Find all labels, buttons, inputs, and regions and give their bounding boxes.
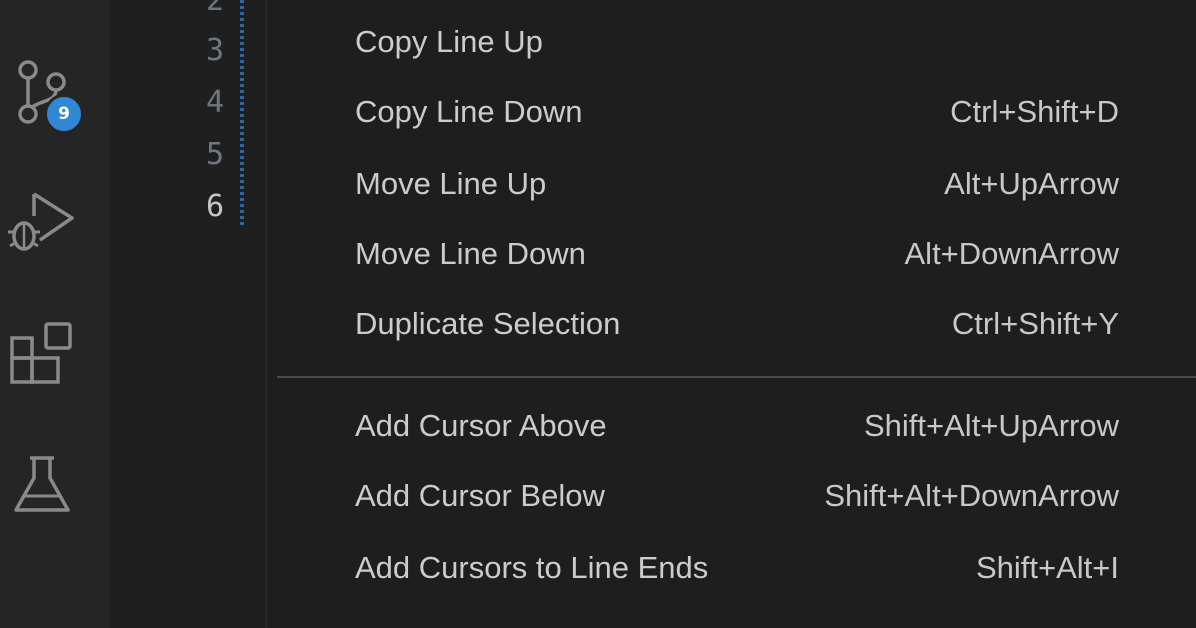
menu-item-label: Copy Line Up [355,24,543,59]
menu-item-shortcut: Shift+Alt+UpArrow [864,408,1119,443]
menu-item-copy-line-down[interactable]: Copy Line Down Ctrl+Shift+D [267,82,1196,142]
menu-separator [277,376,1196,378]
menu-item-label: Add Cursor Below [355,478,605,513]
activity-bar: 9 [0,0,110,628]
vscode-window: 9 2 3 4 5 6 Copy Line Up Copy Line Down … [0,0,1196,628]
line-number-active: 6 [205,189,224,224]
line-number: 5 [205,137,224,172]
menu-item-label: Add Cursor Above [355,408,607,443]
menu-item-label: Move Line Down [355,236,586,271]
menu-item-copy-line-up[interactable]: Copy Line Up [267,12,1196,72]
menu-item-label: Add Cursors to Line Ends [355,550,709,585]
extensions-icon [10,322,72,384]
menu-item-label: Move Line Up [355,166,547,201]
run-debug-button[interactable] [0,188,110,260]
menu-item-add-cursor-below[interactable]: Add Cursor Below Shift+Alt+DownArrow [267,466,1196,526]
menu-item-shortcut: Alt+DownArrow [904,236,1120,271]
line-number: 2 [205,0,224,18]
menu-item-shortcut: Ctrl+Shift+Y [951,306,1119,341]
menu-item-label: Copy Line Down [355,94,583,129]
extensions-button[interactable] [0,318,110,390]
menu-item-add-cursors-to-line-ends[interactable]: Add Cursors to Line Ends Shift+Alt+I [267,538,1196,598]
menu-item-duplicate-selection[interactable]: Duplicate Selection Ctrl+Shift+Y [267,294,1196,354]
run-debug-icon [8,192,74,251]
testing-icon [14,456,70,512]
menu-item-shortcut: Shift+Alt+DownArrow [824,478,1119,513]
menu-item-add-cursor-above[interactable]: Add Cursor Above Shift+Alt+UpArrow [267,396,1196,456]
git-change-indicator [240,0,244,228]
line-number: 4 [205,85,224,120]
context-menu: Copy Line Up Copy Line Down Ctrl+Shift+D… [266,0,1196,628]
editor-gutter: 2 3 4 5 6 [110,0,280,628]
menu-item-move-line-up[interactable]: Move Line Up Alt+UpArrow [267,154,1196,214]
menu-item-shortcut: Ctrl+Shift+D [950,94,1119,129]
menu-item-label: Duplicate Selection [355,306,621,341]
source-control-badge: 9 [44,94,84,134]
menu-item-shortcut: Shift+Alt+I [975,550,1119,585]
menu-item-shortcut: Alt+UpArrow [944,166,1119,201]
menu-item-move-line-down[interactable]: Move Line Down Alt+DownArrow [267,224,1196,284]
line-number: 3 [205,33,224,68]
testing-button[interactable] [0,452,110,518]
